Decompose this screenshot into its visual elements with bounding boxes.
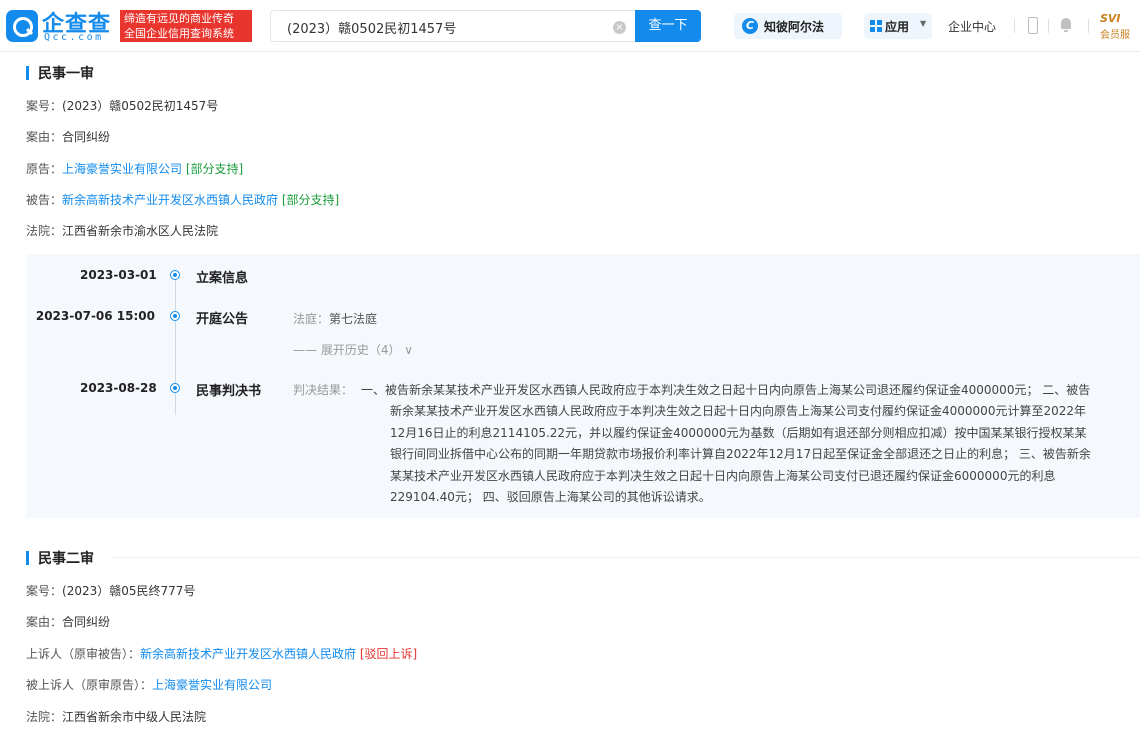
header-divider: [1014, 19, 1015, 33]
qcc-logo-icon: [6, 10, 38, 42]
field-label: 被上诉人（原审原告）：: [26, 678, 153, 692]
section-divider: [112, 557, 1140, 558]
apps-label: 应用: [885, 20, 910, 34]
section-title-second-instance: 民事二审: [26, 548, 94, 568]
timeline-dot: [171, 312, 179, 320]
mobile-icon[interactable]: [1028, 17, 1038, 34]
case-number-row: 案号：(2023）赣0502民初1457号: [26, 97, 218, 114]
field-label: 案号：: [26, 99, 63, 113]
slogan-banner: 缔造有远见的商业传奇 全国企业信用查询系统: [120, 10, 252, 42]
court-room-detail: 法庭：第七法庭: [293, 310, 377, 327]
field-label: 法院：: [26, 710, 63, 724]
section-title-first-instance: 民事一审: [26, 63, 94, 83]
timeline-date: 2023-07-06 15:00: [35, 309, 155, 323]
outcome-tag: [部分支持]: [185, 162, 244, 176]
court-value: 江西省新余市中级人民法院: [62, 710, 207, 724]
field-label: 案由：: [26, 615, 63, 629]
search-button[interactable]: 查一下: [635, 10, 701, 42]
top-header: 企查查 Qcc.com 缔造有远见的商业传奇 全国企业信用查询系统 (2023）…: [0, 0, 1140, 52]
field-label: 上诉人（原审被告）：: [26, 647, 141, 661]
clear-icon[interactable]: ×: [613, 21, 626, 34]
expand-history-toggle[interactable]: —— 展开历史（4） ∨: [293, 341, 413, 358]
search-input[interactable]: (2023）赣0502民初1457号: [287, 18, 456, 37]
search-box[interactable]: (2023）赣0502民初1457号 × 查一下: [270, 10, 701, 42]
detail-label: 法庭：: [293, 312, 330, 326]
plaintiff-link[interactable]: 上海豪誉实业有限公司: [62, 162, 182, 176]
appellee-link[interactable]: 上海豪誉实业有限公司: [152, 678, 272, 692]
timeline-dot: [171, 271, 179, 279]
vip-service-button[interactable]: SVI 会员服: [1100, 12, 1140, 41]
field-label: 原告：: [26, 162, 63, 176]
outcome-tag: [驳回上诉]: [359, 647, 418, 661]
timeline-dot: [171, 384, 179, 392]
timeline-label: 民事判决书: [196, 384, 262, 399]
field-label: 案号：: [26, 584, 63, 598]
logo-subtext: Qcc.com: [44, 32, 104, 43]
field-label: 法院：: [26, 224, 63, 238]
qcc-logo[interactable]: 企查查 Qcc.com: [6, 8, 118, 44]
appellant-row: 上诉人（原审被告）：新余高新技术产业开发区水西镇人民政府 [驳回上诉]: [26, 645, 417, 662]
plaintiff-row: 原告：上海豪誉实业有限公司 [部分支持]: [26, 160, 243, 177]
caret-down-icon: ▼: [920, 19, 927, 28]
judgment-result-text: 一、被告新余某某技术产业开发区水西镇人民政府应于本判决生效之日起十日内向原告上海…: [361, 383, 1091, 505]
defendant-link[interactable]: 新余高新技术产业开发区水西镇人民政府: [62, 193, 278, 207]
outcome-tag: [部分支持]: [281, 193, 340, 207]
appellant-link[interactable]: 新余高新技术产业开发区水西镇人民政府: [140, 647, 356, 661]
cause-row: 案由：合同纠纷: [26, 613, 110, 630]
court-row: 法院：江西省新余市渝水区人民法院: [26, 222, 218, 239]
case-number-row: 案号：(2023）赣05民终777号: [26, 582, 195, 599]
court-value: 江西省新余市渝水区人民法院: [62, 224, 219, 238]
defendant-row: 被告：新余高新技术产业开发区水西镇人民政府 [部分支持]: [26, 191, 339, 208]
timeline-label: 立案信息: [196, 271, 249, 286]
enterprise-center-link[interactable]: 企业中心: [948, 18, 996, 35]
cause-row: 案由：合同纠纷: [26, 128, 110, 145]
timeline-date: 2023-03-01: [80, 268, 157, 282]
header-divider: [1048, 19, 1049, 33]
header-divider: [1088, 19, 1089, 33]
judgment-result-label: 判决结果：: [293, 383, 354, 397]
case-number-value: (2023）赣05民终777号: [62, 584, 196, 598]
slogan-line-1: 缔造有远见的商业传奇: [124, 12, 234, 25]
detail-value: 第七法庭: [329, 312, 378, 326]
cause-value: 合同纠纷: [62, 130, 111, 144]
grid-icon: [870, 20, 882, 32]
zhibi-label: 知彼阿尔法: [764, 20, 825, 34]
timeline-date: 2023-08-28: [80, 381, 157, 395]
slogan-line-2: 全国企业信用查询系统: [124, 27, 234, 40]
zhibi-logo-icon: C: [742, 18, 758, 34]
case-number-value: (2023）赣0502民初1457号: [62, 99, 219, 113]
apps-menu-button[interactable]: 应用 ▼: [864, 13, 932, 39]
field-label: 被告：: [26, 193, 63, 207]
appellee-row: 被上诉人（原审原告）：上海豪誉实业有限公司: [26, 676, 272, 693]
zhibi-alpha-button[interactable]: C 知彼阿尔法: [734, 13, 842, 39]
court-row: 法院：江西省新余市中级人民法院: [26, 708, 206, 725]
timeline-axis: [175, 275, 176, 415]
timeline-label: 开庭公告: [196, 312, 249, 327]
bell-icon[interactable]: [1060, 17, 1072, 32]
cause-value: 合同纠纷: [62, 615, 111, 629]
vip-top-label: SVI: [1100, 12, 1121, 25]
vip-bottom-label: 会员服: [1100, 30, 1130, 41]
field-label: 案由：: [26, 130, 63, 144]
